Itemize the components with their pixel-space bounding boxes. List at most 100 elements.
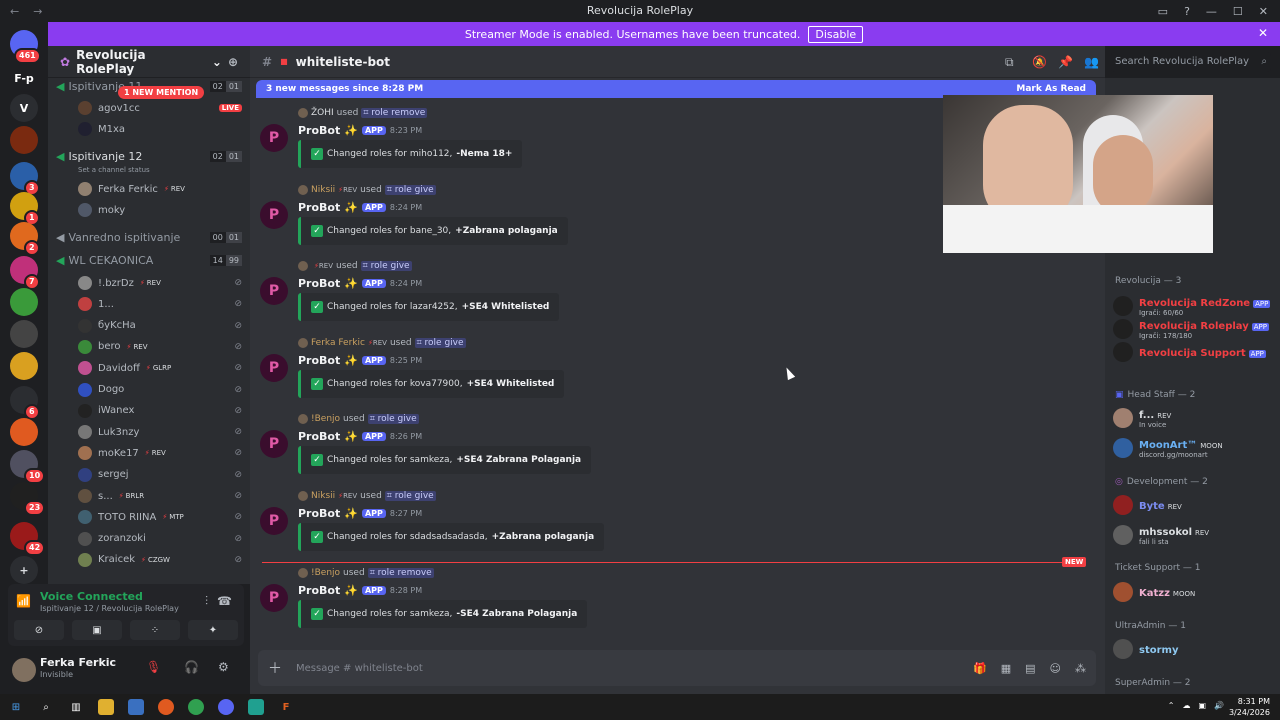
interaction-reply[interactable]: Niksii ⚡REV used ⌗ role give (298, 184, 436, 195)
sticker-icon[interactable]: ▤ (1025, 662, 1035, 675)
voice-user[interactable]: Luk3nzy ⊘ (78, 423, 248, 441)
command-mention[interactable]: ⌗ role give (384, 184, 436, 195)
chat-message[interactable]: !Benjo used ⌗ role give P ProBot ✨ APP 8:26 PM ✓… (260, 414, 860, 490)
firefox-icon[interactable] (158, 699, 174, 715)
member-list-icon[interactable]: 👥 (1084, 55, 1099, 69)
app-icon[interactable] (248, 699, 264, 715)
file-explorer-icon[interactable] (98, 699, 114, 715)
member-item[interactable]: stormy (1113, 635, 1275, 663)
bot-avatar[interactable]: P (260, 124, 288, 152)
interaction-reply[interactable]: !Benjo used ⌗ role remove (298, 567, 434, 578)
server-icon[interactable]: F-p (10, 64, 38, 92)
voice-user[interactable]: sergej ⊘ (78, 466, 248, 484)
server-icon[interactable] (10, 126, 38, 154)
add-member-icon[interactable]: ⊕ (228, 55, 238, 69)
interaction-reply[interactable]: Ferka Ferkic ⚡REV used ⌗ role give (298, 337, 466, 348)
command-mention[interactable]: ⌗ role give (367, 414, 419, 425)
voice-user[interactable]: iWanex ⊘ (78, 402, 248, 420)
interaction-reply[interactable]: ⚡REV used ⌗ role give (298, 261, 412, 272)
gif-icon[interactable]: ▦ (1001, 662, 1011, 675)
message-author[interactable]: ProBot ✨ APP 8:24 PM (298, 277, 422, 290)
message-author[interactable]: ProBot ✨ APP 8:26 PM (298, 430, 422, 443)
command-mention[interactable]: ⌗ role give (414, 337, 466, 348)
voice-user[interactable]: TOTO RIINA ⚡ MTP ⊘ (78, 508, 248, 526)
message-author[interactable]: ProBot ✨ APP 8:27 PM (298, 507, 422, 520)
bot-avatar[interactable]: P (260, 430, 288, 459)
store-icon[interactable] (128, 699, 144, 715)
apps-icon[interactable]: ⁂ (1075, 662, 1086, 675)
inbox-icon[interactable]: ▭ (1158, 5, 1168, 18)
voice-channel-wl-cekaonica[interactable]: ◀ WL CEKAONICA 14 99 (56, 254, 246, 267)
gift-icon[interactable]: 🎁 (973, 662, 987, 675)
bot-avatar[interactable]: P (260, 277, 288, 306)
new-mention-pill[interactable]: 1 NEW MENTION (118, 86, 205, 99)
help-icon[interactable]: ? (1184, 5, 1190, 18)
gear-icon[interactable]: ⚙ (218, 660, 229, 674)
search-icon[interactable]: ⌕ (38, 699, 54, 715)
close-banner-icon[interactable]: ✕ (1258, 26, 1268, 40)
threads-icon[interactable]: ⧉ (1005, 55, 1014, 70)
message-author[interactable]: ProBot ✨ APP 8:23 PM (298, 124, 422, 137)
message-author[interactable]: ProBot ✨ APP 8:25 PM (298, 354, 422, 367)
server-icon[interactable] (10, 352, 38, 380)
server-icon[interactable]: V (10, 94, 38, 122)
voice-user[interactable]: Davidoff ⚡ GLRP ⊘ (78, 359, 248, 377)
voice-user[interactable]: bero ⚡ REV ⊘ (78, 338, 248, 356)
member-item[interactable]: Byte REV (1113, 491, 1275, 519)
disable-button[interactable]: Disable (808, 25, 864, 43)
discord-icon[interactable] (218, 699, 234, 715)
soundboard-button[interactable]: ✦ (188, 620, 238, 640)
noise-suppression-icon[interactable]: ⫶ (205, 594, 208, 609)
voice-user[interactable]: бyKcHa ⊘ (78, 317, 248, 335)
screen-share-button[interactable]: ▣ (72, 620, 122, 640)
message-author[interactable]: ProBot ✨ APP 8:24 PM (298, 201, 422, 214)
mic-muted-icon[interactable]: 🎙 (146, 660, 161, 674)
f-app-icon[interactable]: F (278, 699, 294, 715)
voice-user[interactable]: 1... ⊘ (78, 295, 248, 313)
server-icon[interactable] (10, 418, 38, 446)
maximize-icon[interactable]: ☐ (1233, 5, 1243, 18)
bell-muted-icon[interactable]: 🔕 (1032, 55, 1047, 69)
chat-message[interactable]: ⚡REV used ⌗ role give P ProBot ✨ APP 8:24 PM ✓ Ch… (260, 261, 860, 337)
plus-icon[interactable]: ＋ (268, 658, 282, 678)
voice-user[interactable]: M1xa (78, 120, 248, 138)
server-icon[interactable] (10, 320, 38, 348)
message-input[interactable]: ＋ Message # whiteliste-bot 🎁 ▦ ▤ ☺ ⁂ (258, 650, 1096, 686)
voice-user[interactable]: Kraicek ⚡ CZGW ⊘ (78, 551, 248, 569)
voice-connected-subtitle[interactable]: Ispitivanje 12 / Revolucija RolePlay (40, 604, 179, 613)
member-item[interactable]: Katzz MOON (1113, 578, 1275, 606)
command-mention[interactable]: ⌗ role give (384, 491, 436, 501)
minimize-icon[interactable]: — (1206, 5, 1217, 18)
voice-user[interactable]: agov1cc LIVE (78, 99, 248, 117)
command-mention[interactable]: ⌗ role remove (367, 567, 434, 578)
message-author[interactable]: ProBot ✨ APP 8:28 PM (298, 584, 422, 597)
member-item[interactable]: mhssokol REV fali li sta (1113, 521, 1275, 549)
camera-button[interactable]: ⊘ (14, 620, 64, 640)
chat-message[interactable]: Niksii ⚡REV used ⌗ role give P ProBot ✨ APP 8:27… (260, 491, 860, 567)
bot-avatar[interactable]: P (260, 583, 288, 612)
activities-button[interactable]: ⁘ (130, 620, 180, 640)
voice-user[interactable]: Dogo ⊘ (78, 381, 248, 399)
server-icon[interactable] (10, 288, 38, 316)
chat-message[interactable]: !Benjo used ⌗ role remove P ProBot ✨ APP 8:28 P… (260, 567, 860, 644)
add-server-icon[interactable]: + (10, 556, 38, 584)
member-item[interactable]: Revolucija Support APP (1113, 338, 1275, 366)
voice-channel-vanredno[interactable]: ◀ Vanredno ispitivanje 00 01 (56, 231, 246, 244)
guild-header[interactable]: ✿ Revolucija RolePlay ⌄ ⊕ (48, 46, 250, 78)
member-item[interactable]: f... REV In voice (1113, 404, 1275, 432)
interaction-reply[interactable]: !Benjo used ⌗ role give (298, 414, 419, 425)
voice-user[interactable]: moky (78, 201, 248, 219)
voice-user[interactable]: moKe17 ⚡ REV ⊘ (78, 444, 248, 462)
chat-message[interactable]: Niksii ⚡REV used ⌗ role give P ProBot ✨ APP 8:24… (260, 184, 860, 261)
windows-start-icon[interactable]: ⊞ (8, 699, 24, 715)
chat-message[interactable]: Ferka Ferkic ⚡REV used ⌗ role give P ProBot ✨ A… (260, 337, 860, 414)
command-mention[interactable]: ⌗ role remove (361, 108, 428, 118)
signal-icon[interactable]: 📶 (16, 594, 31, 608)
system-tray[interactable]: ⌃ ☁ ▣ 🔊 (1168, 701, 1224, 710)
command-mention[interactable]: ⌗ role give (360, 261, 412, 272)
bot-avatar[interactable]: P (260, 353, 288, 382)
voice-user[interactable]: !.bzrDz ⚡ REV ⊘ (78, 274, 248, 292)
interaction-reply[interactable]: ŽOHI used ⌗ role remove (298, 108, 428, 118)
interaction-reply[interactable]: Niksii ⚡REV used ⌗ role give (298, 491, 436, 501)
member-item[interactable]: MoonArt™ MOON discord.gg/moonart (1113, 434, 1275, 462)
